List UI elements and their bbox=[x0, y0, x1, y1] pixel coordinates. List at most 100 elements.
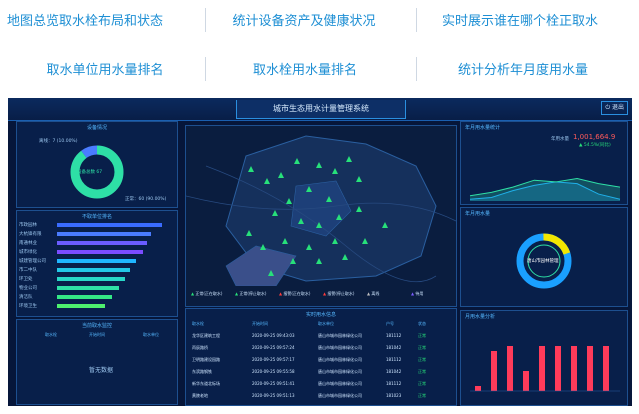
hydrant-marker[interactable] bbox=[248, 166, 254, 172]
monthly-panel: 月用水量分析 bbox=[460, 310, 628, 406]
hydrant-marker[interactable] bbox=[268, 270, 274, 276]
rank-bar bbox=[57, 223, 162, 227]
water-stats-panel: 年月用水量统计 年用水量 1,001,664.9 ▲ 54.5%(同比) bbox=[460, 121, 628, 205]
unit-water-panel: 年月用水量 唐山市园林管理 bbox=[460, 207, 628, 307]
hydrant-marker[interactable] bbox=[332, 168, 338, 174]
rank-label: 市二中队 bbox=[19, 268, 37, 273]
table-cell: 新华东道北标场 bbox=[192, 381, 220, 386]
hydrant-marker[interactable] bbox=[342, 254, 348, 260]
rank-bar bbox=[57, 304, 106, 308]
hydrant-marker[interactable] bbox=[316, 258, 322, 264]
hydrant-marker[interactable] bbox=[246, 230, 252, 236]
hydrant-marker[interactable] bbox=[264, 178, 270, 184]
hydrant-marker[interactable] bbox=[316, 222, 322, 228]
total-value: 1,001,664.9 bbox=[573, 133, 616, 141]
hydrant-marker[interactable] bbox=[286, 198, 292, 204]
exit-button[interactable]: ⏻ 退出 bbox=[601, 101, 628, 115]
hydrant-marker[interactable] bbox=[326, 196, 332, 202]
hydrant-marker[interactable] bbox=[278, 172, 284, 178]
table-cell: 东滨路钢铁 bbox=[192, 369, 212, 374]
rank-label: 环境卫生 bbox=[19, 304, 37, 309]
table-header: 取水栓 bbox=[192, 321, 204, 326]
col-start-time: 开始时间 bbox=[89, 332, 105, 337]
legend-label: 报警(正在取水) bbox=[283, 291, 311, 296]
water-area-chart bbox=[469, 177, 621, 201]
hydrant-marker[interactable] bbox=[356, 176, 362, 182]
hydrant-marker[interactable] bbox=[298, 218, 304, 224]
table-cell: 181112 bbox=[386, 357, 402, 362]
hydrant-marker[interactable] bbox=[294, 158, 300, 164]
monthly-bar bbox=[603, 346, 609, 391]
realtime-table-title: 实时用水信息 bbox=[305, 312, 336, 318]
monthly-bar bbox=[475, 386, 481, 391]
map-legend: ▲ 正常(正在取水) ▲ 正常(停止取水) ▲ 报警(正在取水) ▲ 报警(停止取水)… bbox=[185, 288, 455, 302]
monthly-bar bbox=[491, 351, 497, 391]
table-cell: 龙华区建筑工程 bbox=[192, 333, 220, 338]
monthly-bar bbox=[523, 371, 529, 391]
table-cell: 2020-09-25 09:57:24 bbox=[252, 345, 295, 350]
rank-label: 城市绿化 bbox=[19, 250, 37, 255]
hydrant-marker[interactable] bbox=[356, 206, 362, 212]
rank-bar bbox=[57, 295, 112, 299]
rank-label: 大杭锋有限 bbox=[19, 232, 42, 237]
hydrant-marker[interactable] bbox=[306, 186, 312, 192]
legend-item: ▲ 报警(正在取水) bbox=[279, 291, 311, 296]
device-panel-title: 设备情况 bbox=[86, 125, 107, 131]
monthly-bar bbox=[539, 346, 545, 391]
feature-label-5: 取水栓用水量排名 bbox=[252, 63, 357, 78]
hydrant-marker[interactable] bbox=[336, 214, 342, 220]
empty-text: 暂无数据 bbox=[89, 367, 114, 374]
hydrant-marker[interactable] bbox=[316, 162, 322, 168]
hydrant-marker[interactable] bbox=[332, 238, 338, 244]
water-stats-title: 年月用水量统计 bbox=[465, 125, 501, 131]
divider bbox=[205, 8, 206, 32]
monthly-bar bbox=[555, 346, 561, 391]
table-cell: 正常 bbox=[418, 393, 426, 398]
table-cell: 2020-09-25 09:43:03 bbox=[252, 333, 295, 338]
monthly-title: 月用水量分析 bbox=[465, 314, 496, 320]
rank-label: 城建管理公司 bbox=[19, 259, 46, 264]
legend-label: 离线 bbox=[371, 291, 380, 296]
rank-bar bbox=[57, 250, 143, 254]
hydrant-marker[interactable] bbox=[260, 244, 266, 250]
hydrant-marker[interactable] bbox=[382, 222, 388, 228]
unit-rank-panel: 不取单位排名 市政园林大杭锋有限南通林业城市绿化城建管理公司 市二中队环卫处物业公… bbox=[16, 210, 178, 317]
feature-label-4: 取水单位用水量排名 bbox=[46, 63, 164, 78]
table-header: 开始时间 bbox=[252, 321, 268, 326]
unit-rank-title: 不取单位排名 bbox=[81, 214, 112, 220]
table-cell: 181042 bbox=[386, 369, 402, 374]
hydrant-marker[interactable] bbox=[290, 258, 296, 264]
rank-label: 南通林业 bbox=[19, 241, 37, 246]
hydrant-marker[interactable] bbox=[306, 244, 312, 250]
rank-bar bbox=[57, 277, 126, 281]
table-header: 取水单位 bbox=[318, 321, 334, 326]
table-header: 状态 bbox=[418, 321, 426, 326]
rank-bar bbox=[57, 259, 137, 263]
rank-label: 物业公司 bbox=[19, 286, 37, 291]
exit-label: 退出 bbox=[611, 104, 624, 111]
rank-label: 市政园林 bbox=[19, 223, 37, 228]
legend-item: ▲ 报警(停止取水) bbox=[323, 291, 355, 296]
monthly-bar bbox=[571, 346, 577, 391]
total-label: 年用水量 bbox=[551, 137, 569, 142]
map-view[interactable] bbox=[185, 125, 457, 307]
legend-item: ▲ 离线 bbox=[367, 291, 380, 296]
dashboard-screenshot: 城市生态用水计量管理系统 ⏻ 退出 设备情况 离线：7 (10.00%) 设备总… bbox=[8, 98, 632, 406]
realtime-panel: 当前取水监控 取水栓 开始时间 取水单位 暂无数据 bbox=[16, 319, 178, 405]
feature-label-2: 统计设备资产及健康状况 bbox=[232, 14, 376, 29]
table-header: 户号 bbox=[386, 321, 394, 326]
online-text: 正常：60 (90.00%) bbox=[125, 197, 167, 202]
monthly-bar bbox=[587, 346, 593, 391]
hydrant-marker[interactable] bbox=[272, 210, 278, 216]
col-unit: 取水单位 bbox=[143, 332, 159, 337]
hydrant-marker[interactable] bbox=[346, 156, 352, 162]
legend-label: 报警(停止取水) bbox=[327, 291, 355, 296]
legend-label: 正常(停止取水) bbox=[239, 291, 267, 296]
realtime-table: 实时用水信息 取水栓 开始时间 取水单位 户号 状态龙华区建筑工程 2020-09-25 … bbox=[185, 308, 457, 406]
table-cell: 正常 bbox=[418, 381, 426, 386]
table-cell: 2020-09-25 09:57:17 bbox=[252, 357, 295, 362]
rank-label: 环卫处 bbox=[19, 277, 33, 282]
hydrant-marker[interactable] bbox=[282, 238, 288, 244]
hydrant-marker[interactable] bbox=[362, 238, 368, 244]
table-cell: 2020-09-25 09:51:41 bbox=[252, 381, 295, 386]
